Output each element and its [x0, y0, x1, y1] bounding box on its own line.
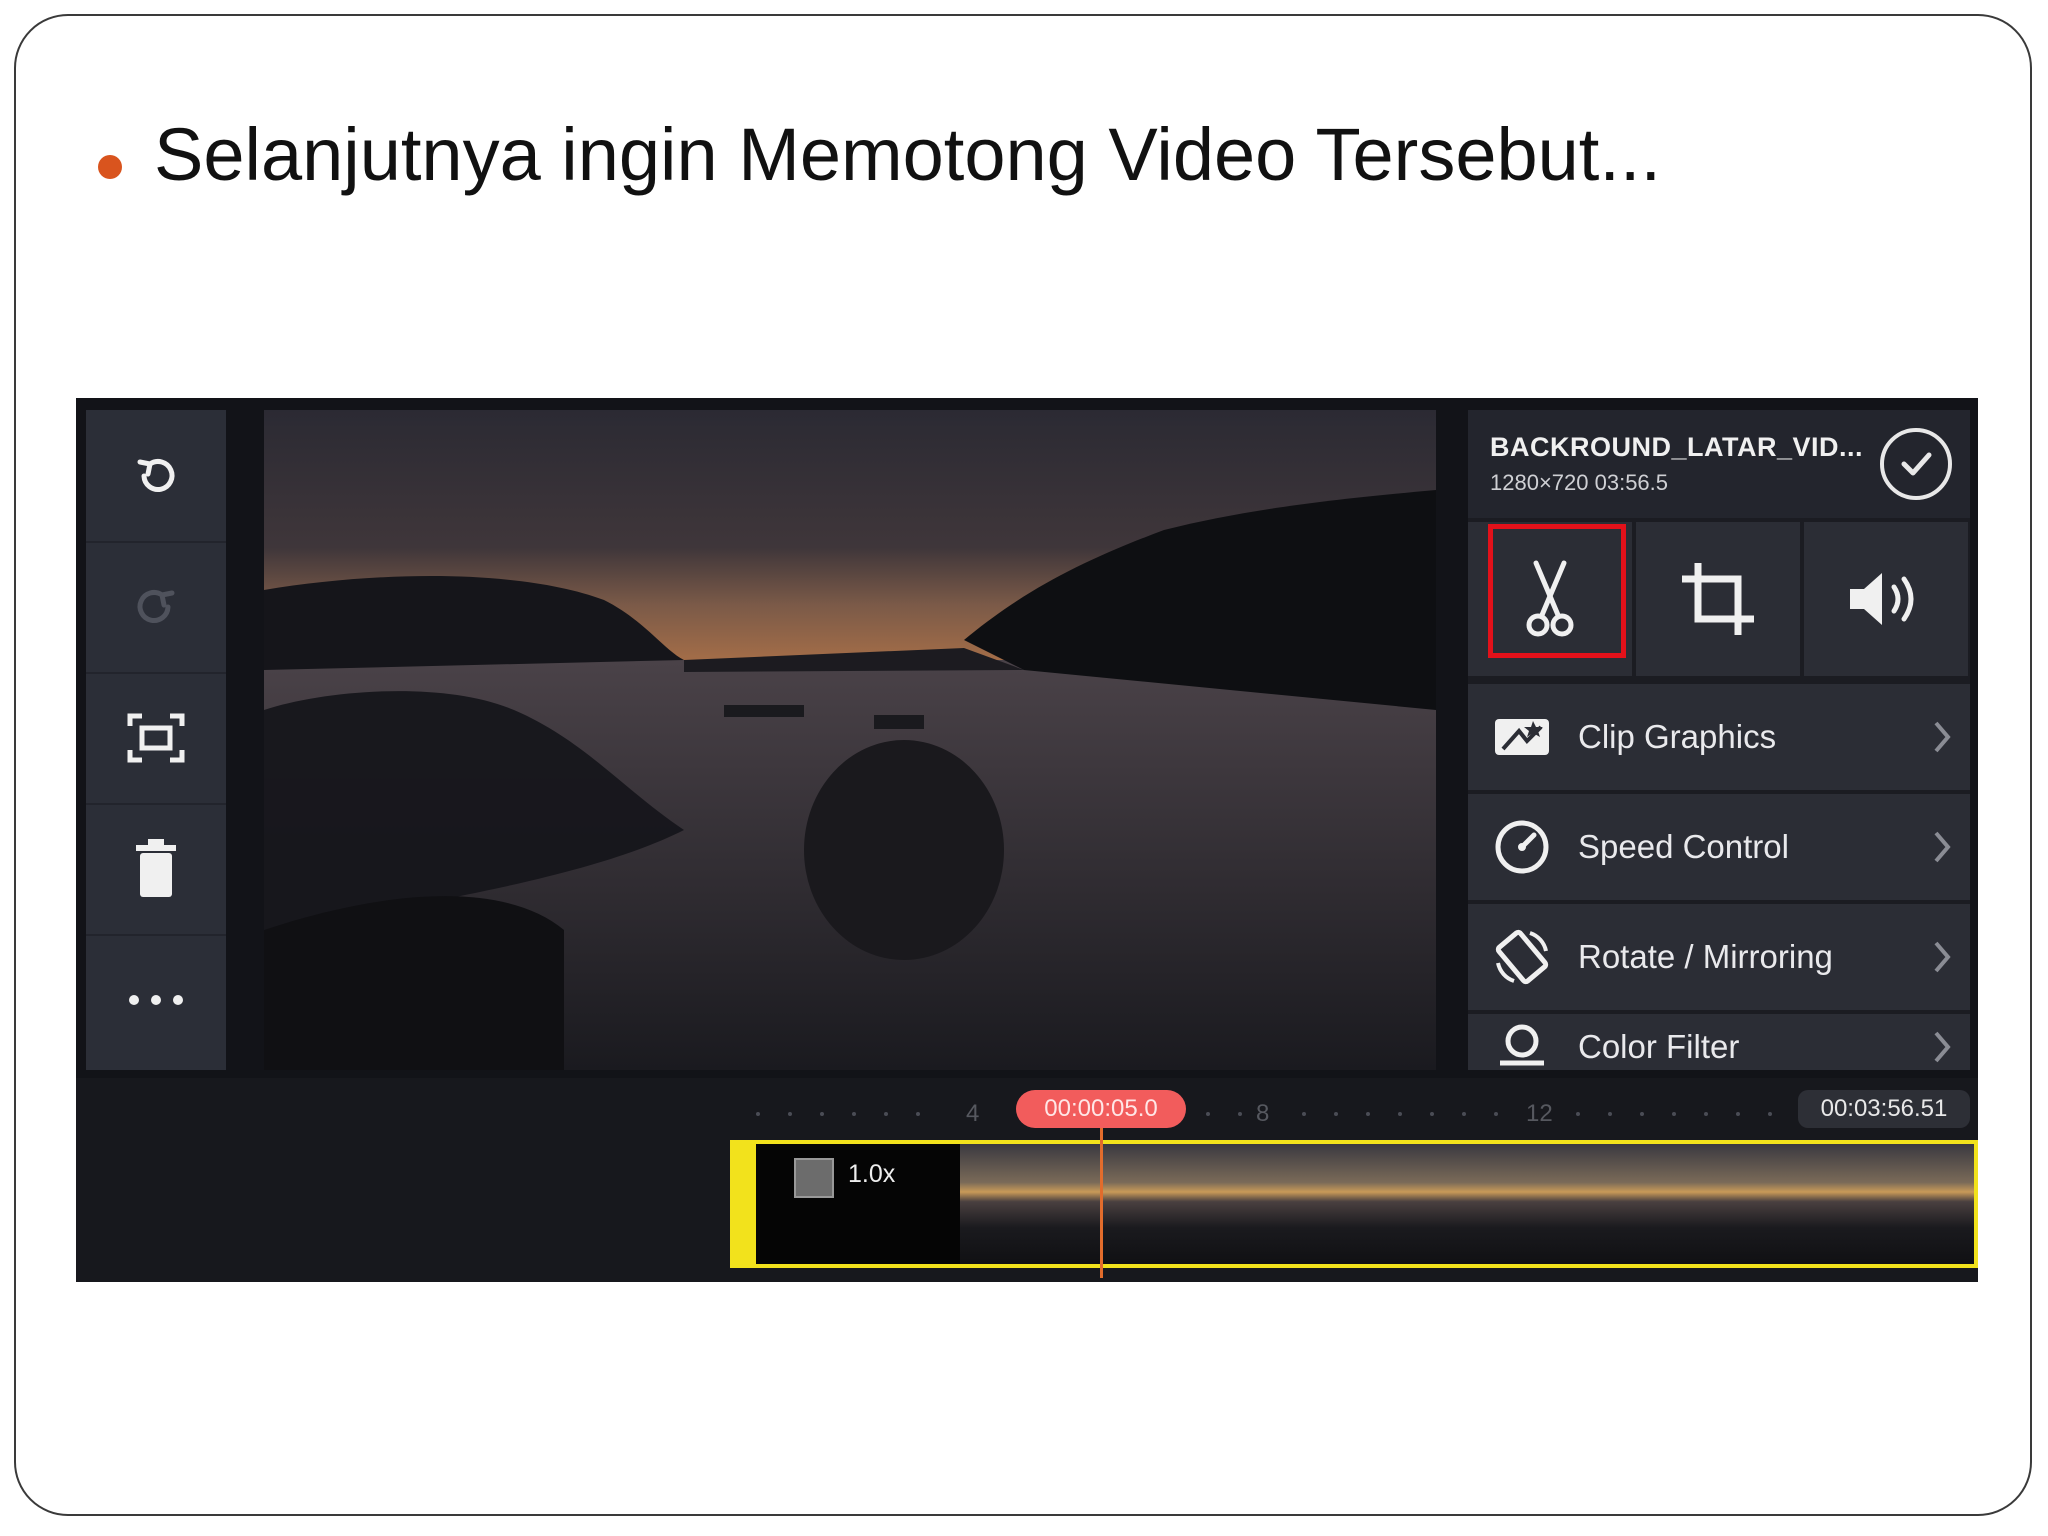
menu-label: Rotate / Mirroring — [1578, 938, 1833, 975]
menu-label: Speed Control — [1578, 828, 1789, 865]
confirm-button[interactable] — [1880, 428, 1952, 500]
clip-trim-handle[interactable] — [730, 1140, 756, 1268]
undo-icon — [137, 458, 175, 492]
split-button[interactable] — [1468, 522, 1632, 676]
menu-label: Clip Graphics — [1578, 718, 1777, 755]
ruler-mark: 12 — [1526, 1100, 1553, 1127]
menu-label: Color Filter — [1578, 1028, 1740, 1065]
menu-clip-graphics[interactable]: Clip Graphics — [1468, 684, 1970, 790]
clip-thumbnail — [960, 1144, 1172, 1264]
bullet-point — [98, 155, 122, 179]
color-filter-icon — [1490, 1015, 1554, 1070]
playhead[interactable] — [1100, 1128, 1103, 1278]
checkmark-icon — [1901, 452, 1932, 476]
total-duration: 00:03:56.51 — [1798, 1090, 1970, 1128]
lake-sunset-scene — [264, 410, 1436, 1070]
ruler-mark: 8 — [1256, 1100, 1270, 1127]
clip-speed-label: 1.0x — [848, 1160, 896, 1188]
more-icon — [129, 994, 183, 1005]
redo-icon — [137, 589, 175, 623]
scissors-icon — [1526, 560, 1574, 637]
menu-color-filter[interactable]: Color Filter — [1468, 1014, 1970, 1070]
trash-icon — [136, 838, 176, 897]
chevron-right-icon — [1930, 937, 1954, 977]
clip-resolution-duration: 1280×720 03:56.5 — [1490, 470, 1669, 495]
video-preview[interactable] — [264, 410, 1436, 1070]
menu-rotate-mirroring[interactable]: Rotate / Mirroring — [1468, 904, 1970, 1010]
more-button[interactable] — [86, 934, 226, 1065]
video-clip-track[interactable]: 1.0x — [730, 1140, 1978, 1268]
clip-thumbnail — [1596, 1144, 1808, 1264]
playhead-time: 00:00:05.0 — [1016, 1090, 1186, 1128]
crop-button[interactable] — [1636, 522, 1800, 676]
chevron-right-icon — [1930, 827, 1954, 867]
clip-title-area: 1.0x — [756, 1144, 960, 1264]
timeline[interactable]: 4 8 12 00:00:05.0 00:03:56.51 1.0x — [76, 1078, 1978, 1282]
volume-icon — [1850, 573, 1914, 625]
clip-thumbnail — [1384, 1144, 1596, 1264]
rotate-icon — [1490, 925, 1554, 989]
volume-button[interactable] — [1804, 522, 1968, 676]
delete-button[interactable] — [86, 803, 226, 936]
clip-name: BACKROUND_LATAR_VID... — [1490, 432, 1864, 462]
time-ruler: 4 8 12 — [736, 1100, 1976, 1130]
tool-row — [1468, 522, 1970, 680]
clip-info-header: BACKROUND_LATAR_VID... 1280×720 03:56.5 — [1468, 410, 1970, 518]
clip-thumbnail — [1172, 1144, 1384, 1264]
ruler-mark: 4 — [966, 1100, 980, 1127]
clip-thumbnail — [1808, 1144, 1974, 1264]
crop-icon — [1682, 563, 1754, 635]
chevron-right-icon — [1930, 717, 1954, 757]
video-editor-screenshot: BACKROUND_LATAR_VID... 1280×720 03:56.5 — [76, 398, 1978, 1282]
film-icon — [794, 1158, 834, 1198]
fullscreen-button[interactable] — [86, 672, 226, 805]
slide-title: Selanjutnya ingin Memotong Video Tersebu… — [154, 113, 1662, 196]
chevron-right-icon — [1930, 1027, 1954, 1067]
clip-graphics-icon — [1490, 705, 1554, 769]
speed-gauge-icon — [1490, 815, 1554, 879]
left-toolbar — [86, 410, 226, 1070]
clip-edit-panel: BACKROUND_LATAR_VID... 1280×720 03:56.5 — [1468, 410, 1970, 1070]
undo-button[interactable] — [86, 410, 226, 543]
menu-speed-control[interactable]: Speed Control — [1468, 794, 1970, 900]
redo-button[interactable] — [86, 541, 226, 674]
fullscreen-icon — [127, 713, 185, 762]
